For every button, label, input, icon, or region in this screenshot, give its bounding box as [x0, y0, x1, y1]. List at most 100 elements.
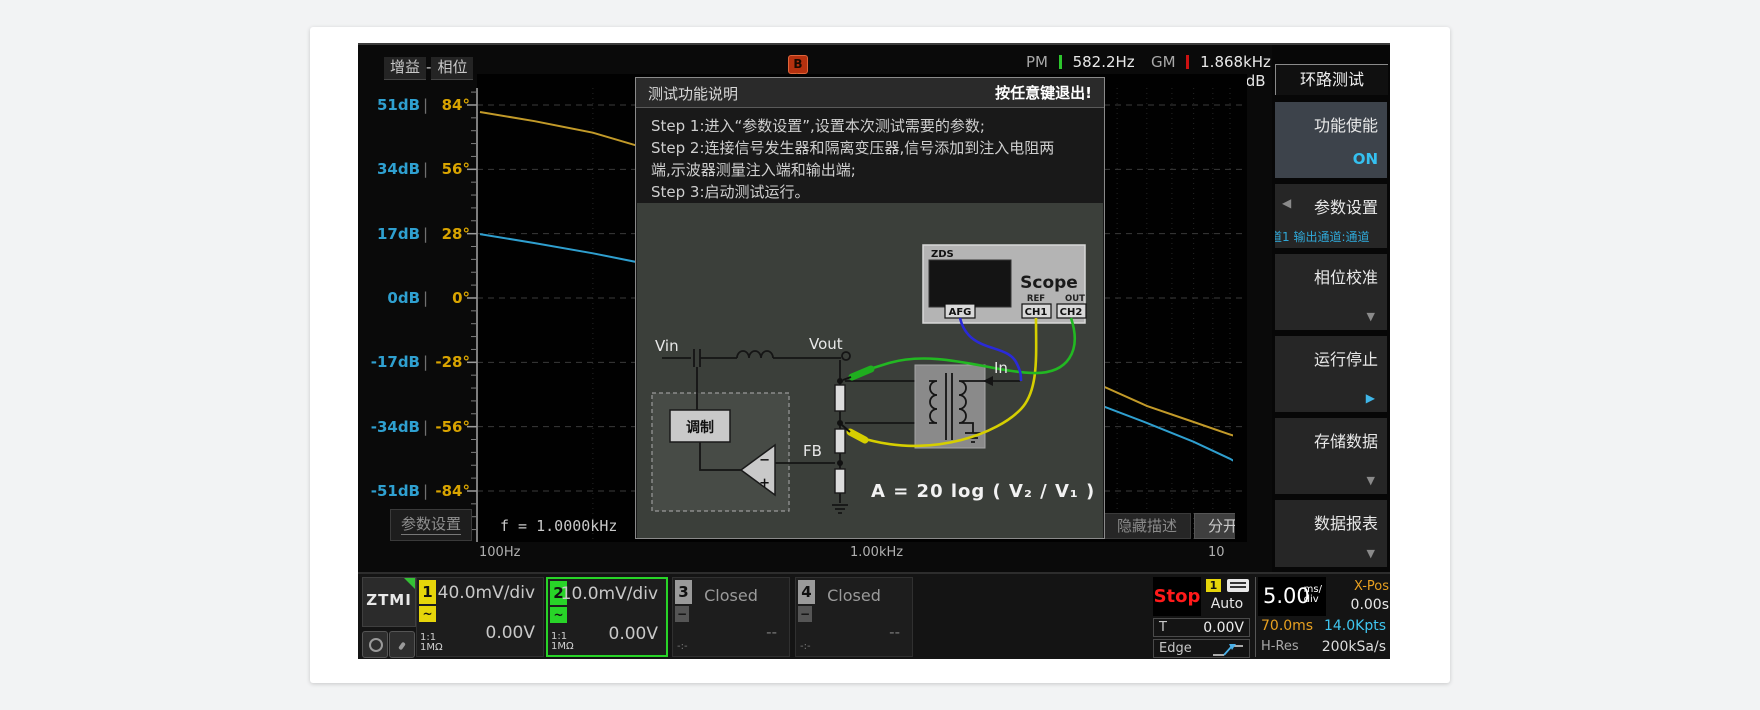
- brand-logo: ZTMI: [362, 577, 416, 627]
- acquisition-row: 70.0ms 14.0Kpts: [1258, 618, 1386, 637]
- opamp-plus: +: [759, 476, 770, 491]
- step-line: Step 2:连接信号发生器和隔离变压器,信号添加到注入电阻两: [651, 137, 1089, 159]
- channel-1-badge: 1: [419, 580, 436, 604]
- split-display-button[interactable]: 分开显示: [1194, 513, 1235, 539]
- modulation-label: 调制: [686, 419, 714, 436]
- channel-1-block[interactable]: 1 ~ 40.0mV/div 0.00V 1:11MΩ: [416, 577, 544, 657]
- afg-port-label: AFG: [949, 307, 972, 318]
- rising-edge-icon: [1211, 642, 1245, 658]
- pm-frequency: 582.2Hz: [1073, 53, 1135, 71]
- menu-item-label: 相位校准: [1314, 264, 1378, 288]
- trigger-mode: Auto: [1204, 596, 1250, 612]
- time-window: 70.0ms: [1261, 618, 1313, 634]
- timebase-unit: ms/div: [1304, 585, 1322, 605]
- menu-item-phase-cal[interactable]: 相位校准 ▼: [1275, 254, 1387, 330]
- step-line: Step 3:启动测试运行。: [651, 181, 1089, 203]
- plot-corner-buttons: 隐藏描述 分开显示: [1098, 513, 1235, 539]
- ch2-cable: [873, 318, 1075, 373]
- play-icon: ▶: [1366, 391, 1375, 405]
- gm-readout: GM 1.868kHz: [1151, 53, 1271, 71]
- channel-1-probe: 1:11MΩ: [420, 633, 443, 653]
- dialog-exit-hint[interactable]: 按任意键退出!: [995, 82, 1092, 103]
- axis-label-row: 17dB|28°: [358, 225, 470, 243]
- channel-3-block[interactable]: 3 − Closed -- -:-: [672, 577, 790, 657]
- timebase-panel[interactable]: 5.00 ms/div X-Pos 0.00s 70.0ms 14.0Kpts …: [1255, 577, 1390, 657]
- hres-label: H-Res: [1261, 639, 1299, 654]
- ch2-port-label: CH2: [1060, 307, 1083, 318]
- in-label: In: [994, 359, 1008, 377]
- timebase-scale-box[interactable]: 5.00 ms/div: [1258, 577, 1326, 616]
- vout-label: Vout: [809, 335, 843, 353]
- channel-4-block[interactable]: 4 − Closed -- -:-: [795, 577, 913, 657]
- menu-title-loop-test: 环路测试: [1275, 64, 1388, 95]
- menu-item-label: 参数设置: [1314, 194, 1378, 218]
- menu-item-enable[interactable]: 功能使能 ON: [1275, 102, 1387, 178]
- param-settings-button[interactable]: 参数设置: [390, 509, 472, 541]
- channel-2-probe: 1:11MΩ: [551, 632, 574, 652]
- pm-label: PM: [1026, 53, 1048, 71]
- coupling-icon: ~: [419, 606, 436, 622]
- gm-frequency: 1.868kHz: [1200, 53, 1271, 71]
- channel-2-scale: 10.0mV/div: [561, 584, 658, 604]
- test-function-dialog: 测试功能说明 按任意键退出! Step 1:进入“参数设置”,设置本次测试需要的…: [635, 77, 1105, 539]
- menu-item-data-report[interactable]: 数据报表 ▼: [1275, 500, 1387, 567]
- gm-color-bar: [1186, 55, 1189, 69]
- circuit-diagram: 调制 − +: [637, 203, 1103, 538]
- touch-gesture-button[interactable]: [362, 631, 388, 658]
- pm-color-bar: [1059, 55, 1062, 69]
- menu-item-label: 功能使能: [1314, 112, 1378, 136]
- trigger-level-label: T: [1159, 620, 1167, 635]
- oscilloscope-screen: 增益-相位 B PM 582.2Hz (0dB) 49.29° GM 1.868…: [358, 43, 1390, 659]
- menu-item-label: 数据报表: [1314, 510, 1378, 534]
- dialog-title: 测试功能说明: [648, 83, 738, 104]
- menu-item-run-stop[interactable]: 运行停止 ▶: [1275, 336, 1387, 412]
- channel-4-probe: -:-: [800, 641, 811, 652]
- channel-4-state: Closed: [796, 586, 912, 605]
- gm-label: GM: [1151, 53, 1176, 71]
- ref-label: REF: [1027, 294, 1045, 304]
- channel-2-block[interactable]: 2 ~ 10.0mV/div 0.00V 1:11MΩ: [546, 577, 668, 657]
- x-tick-1khz: 1.00kHz: [850, 545, 903, 560]
- minus-icon: −: [675, 606, 689, 622]
- enable-state-value: ON: [1353, 150, 1378, 168]
- channel-1-scale: 40.0mV/div: [438, 583, 535, 603]
- green-probe: [852, 369, 871, 377]
- menu-item-label: 运行停止: [1314, 346, 1378, 370]
- menu-item-parameters[interactable]: ◀ 参数设置 道1 输出通道:通道: [1275, 184, 1387, 248]
- run-state-indicator[interactable]: Stop: [1153, 577, 1201, 616]
- channel-3-probe: -:-: [677, 641, 688, 652]
- chevron-left-icon: ◀: [1282, 196, 1291, 210]
- vin-label: Vin: [655, 337, 679, 355]
- sample-rate: 200kSa/s: [1322, 639, 1386, 655]
- opamp-minus: −: [759, 453, 770, 468]
- channel-1-offset: 0.00V: [486, 623, 535, 643]
- cursor-frequency: f = 1.0000kHz: [500, 517, 617, 535]
- axis-label-row: -51dB|-84°: [358, 482, 470, 500]
- channel-2-offset: 0.00V: [609, 624, 658, 644]
- memory-depth: 14.0Kpts: [1324, 618, 1386, 634]
- step-line: 端,示波器测量注入端和输出端;: [651, 159, 1089, 181]
- axis-label-row: 34dB|56°: [358, 160, 470, 178]
- x-tick-10khz: 10.0kHz: [1208, 545, 1225, 560]
- touch-draw-button[interactable]: [389, 631, 415, 658]
- channel-3-offset: --: [766, 623, 777, 641]
- axis-label-row: -17dB|-28°: [358, 353, 470, 371]
- menu-item-save-data[interactable]: 存储数据 ▼: [1275, 418, 1387, 494]
- step-line: Step 1:进入“参数设置”,设置本次测试需要的参数;: [651, 115, 1089, 137]
- trigger-type-row[interactable]: Edge: [1153, 639, 1250, 658]
- chevron-down-icon: ▼: [1367, 310, 1375, 323]
- bottom-status-bar: ZTMI 1 ~ 40.0mV/div 0.00V 1:11MΩ 2 ~ 10.…: [358, 572, 1390, 659]
- menu-item-label: 存储数据: [1314, 428, 1378, 452]
- chevron-down-icon: ▼: [1367, 547, 1375, 560]
- axis-label-row: 0dB|0°: [358, 289, 470, 307]
- trigger-b-marker[interactable]: B: [788, 55, 808, 74]
- keyboard-icon: [1227, 579, 1249, 592]
- trigger-panel[interactable]: Stop 1 Auto T 0.00V Edge: [1153, 577, 1250, 657]
- yellow-probe: [850, 432, 865, 440]
- trigger-level-row[interactable]: T 0.00V: [1153, 618, 1250, 637]
- gain-tab[interactable]: 增益: [384, 57, 426, 80]
- logo-corner-triangle: [404, 578, 415, 589]
- dialog-title-bar: 测试功能说明 按任意键退出!: [636, 78, 1104, 108]
- trigger-source-badge: 1: [1206, 579, 1221, 592]
- hide-description-button[interactable]: 隐藏描述: [1103, 513, 1191, 539]
